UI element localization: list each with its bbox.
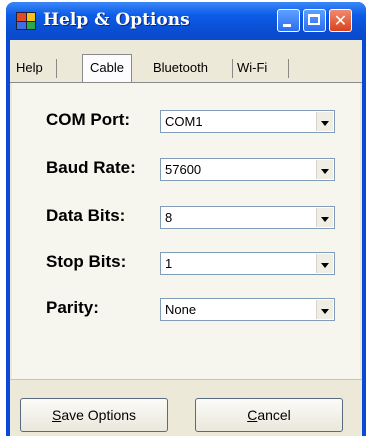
minimize-icon (283, 24, 291, 27)
save-mnemonic: S (51, 407, 62, 423)
tab-help[interactable]: Help (16, 57, 43, 79)
tab-bluetooth[interactable]: Bluetooth (153, 57, 208, 79)
com-port-value: COM1 (165, 114, 203, 129)
parity-label: Parity: (46, 298, 99, 317)
window-title: Help & Options (43, 10, 190, 30)
chevron-down-icon[interactable] (316, 254, 333, 273)
title-bar[interactable]: Help & Options ✕ (6, 2, 366, 40)
parity-value: None (165, 302, 197, 317)
chevron-down-icon[interactable] (316, 300, 333, 319)
parity-select[interactable]: None (160, 298, 335, 321)
tab-wifi[interactable]: Wi-Fi (237, 57, 267, 79)
tab-strip: Help Cable Bluetooth Wi-Fi (10, 40, 362, 88)
data-bits-label: Data Bits: (46, 206, 126, 225)
dialog-client-area: Help Cable Bluetooth Wi-Fi COM Port: COM… (10, 40, 362, 436)
data-bits-row: Data Bits: 8 (12, 204, 360, 230)
maximize-button[interactable] (303, 9, 326, 32)
cable-settings-panel: COM Port: COM1 Baud Rate: 57600 Data Bit… (12, 83, 360, 379)
save-label-rest: ave Options (61, 407, 137, 423)
tab-divider (56, 59, 57, 78)
cancel-mnemonic: C (247, 407, 258, 423)
data-bits-value: 8 (165, 210, 173, 225)
save-options-button[interactable]: Save Options (20, 398, 168, 432)
panel-divider (10, 379, 362, 380)
tab-cable[interactable]: Cable (82, 54, 132, 82)
cancel-button[interactable]: Cancel (195, 398, 343, 432)
com-port-row: COM Port: COM1 (12, 108, 360, 134)
baud-rate-value: 57600 (165, 162, 202, 177)
maximize-icon (308, 14, 320, 25)
baud-rate-row: Baud Rate: 57600 (12, 156, 360, 182)
close-button[interactable]: ✕ (329, 9, 352, 32)
data-bits-select[interactable]: 8 (160, 206, 335, 229)
tab-divider (288, 59, 289, 78)
chevron-down-icon[interactable] (316, 112, 333, 131)
minimize-button[interactable] (277, 9, 300, 32)
cancel-label-rest: ancel (257, 407, 291, 423)
baud-rate-select[interactable]: 57600 (160, 158, 335, 181)
options-window: Help & Options ✕ Help Cable Bluetooth Wi… (6, 2, 366, 436)
stop-bits-select[interactable]: 1 (160, 252, 335, 275)
stop-bits-value: 1 (165, 256, 173, 271)
com-port-label: COM Port: (46, 110, 131, 129)
chevron-down-icon[interactable] (316, 208, 333, 227)
com-port-select[interactable]: COM1 (160, 110, 335, 133)
tab-divider (232, 59, 233, 78)
close-icon: ✕ (333, 11, 348, 30)
stop-bits-row: Stop Bits: 1 (12, 250, 360, 276)
baud-rate-label: Baud Rate: (46, 158, 136, 177)
chevron-down-icon[interactable] (316, 160, 333, 179)
stop-bits-label: Stop Bits: (46, 252, 127, 271)
app-window-icon (16, 12, 36, 30)
parity-row: Parity: None (12, 296, 360, 322)
